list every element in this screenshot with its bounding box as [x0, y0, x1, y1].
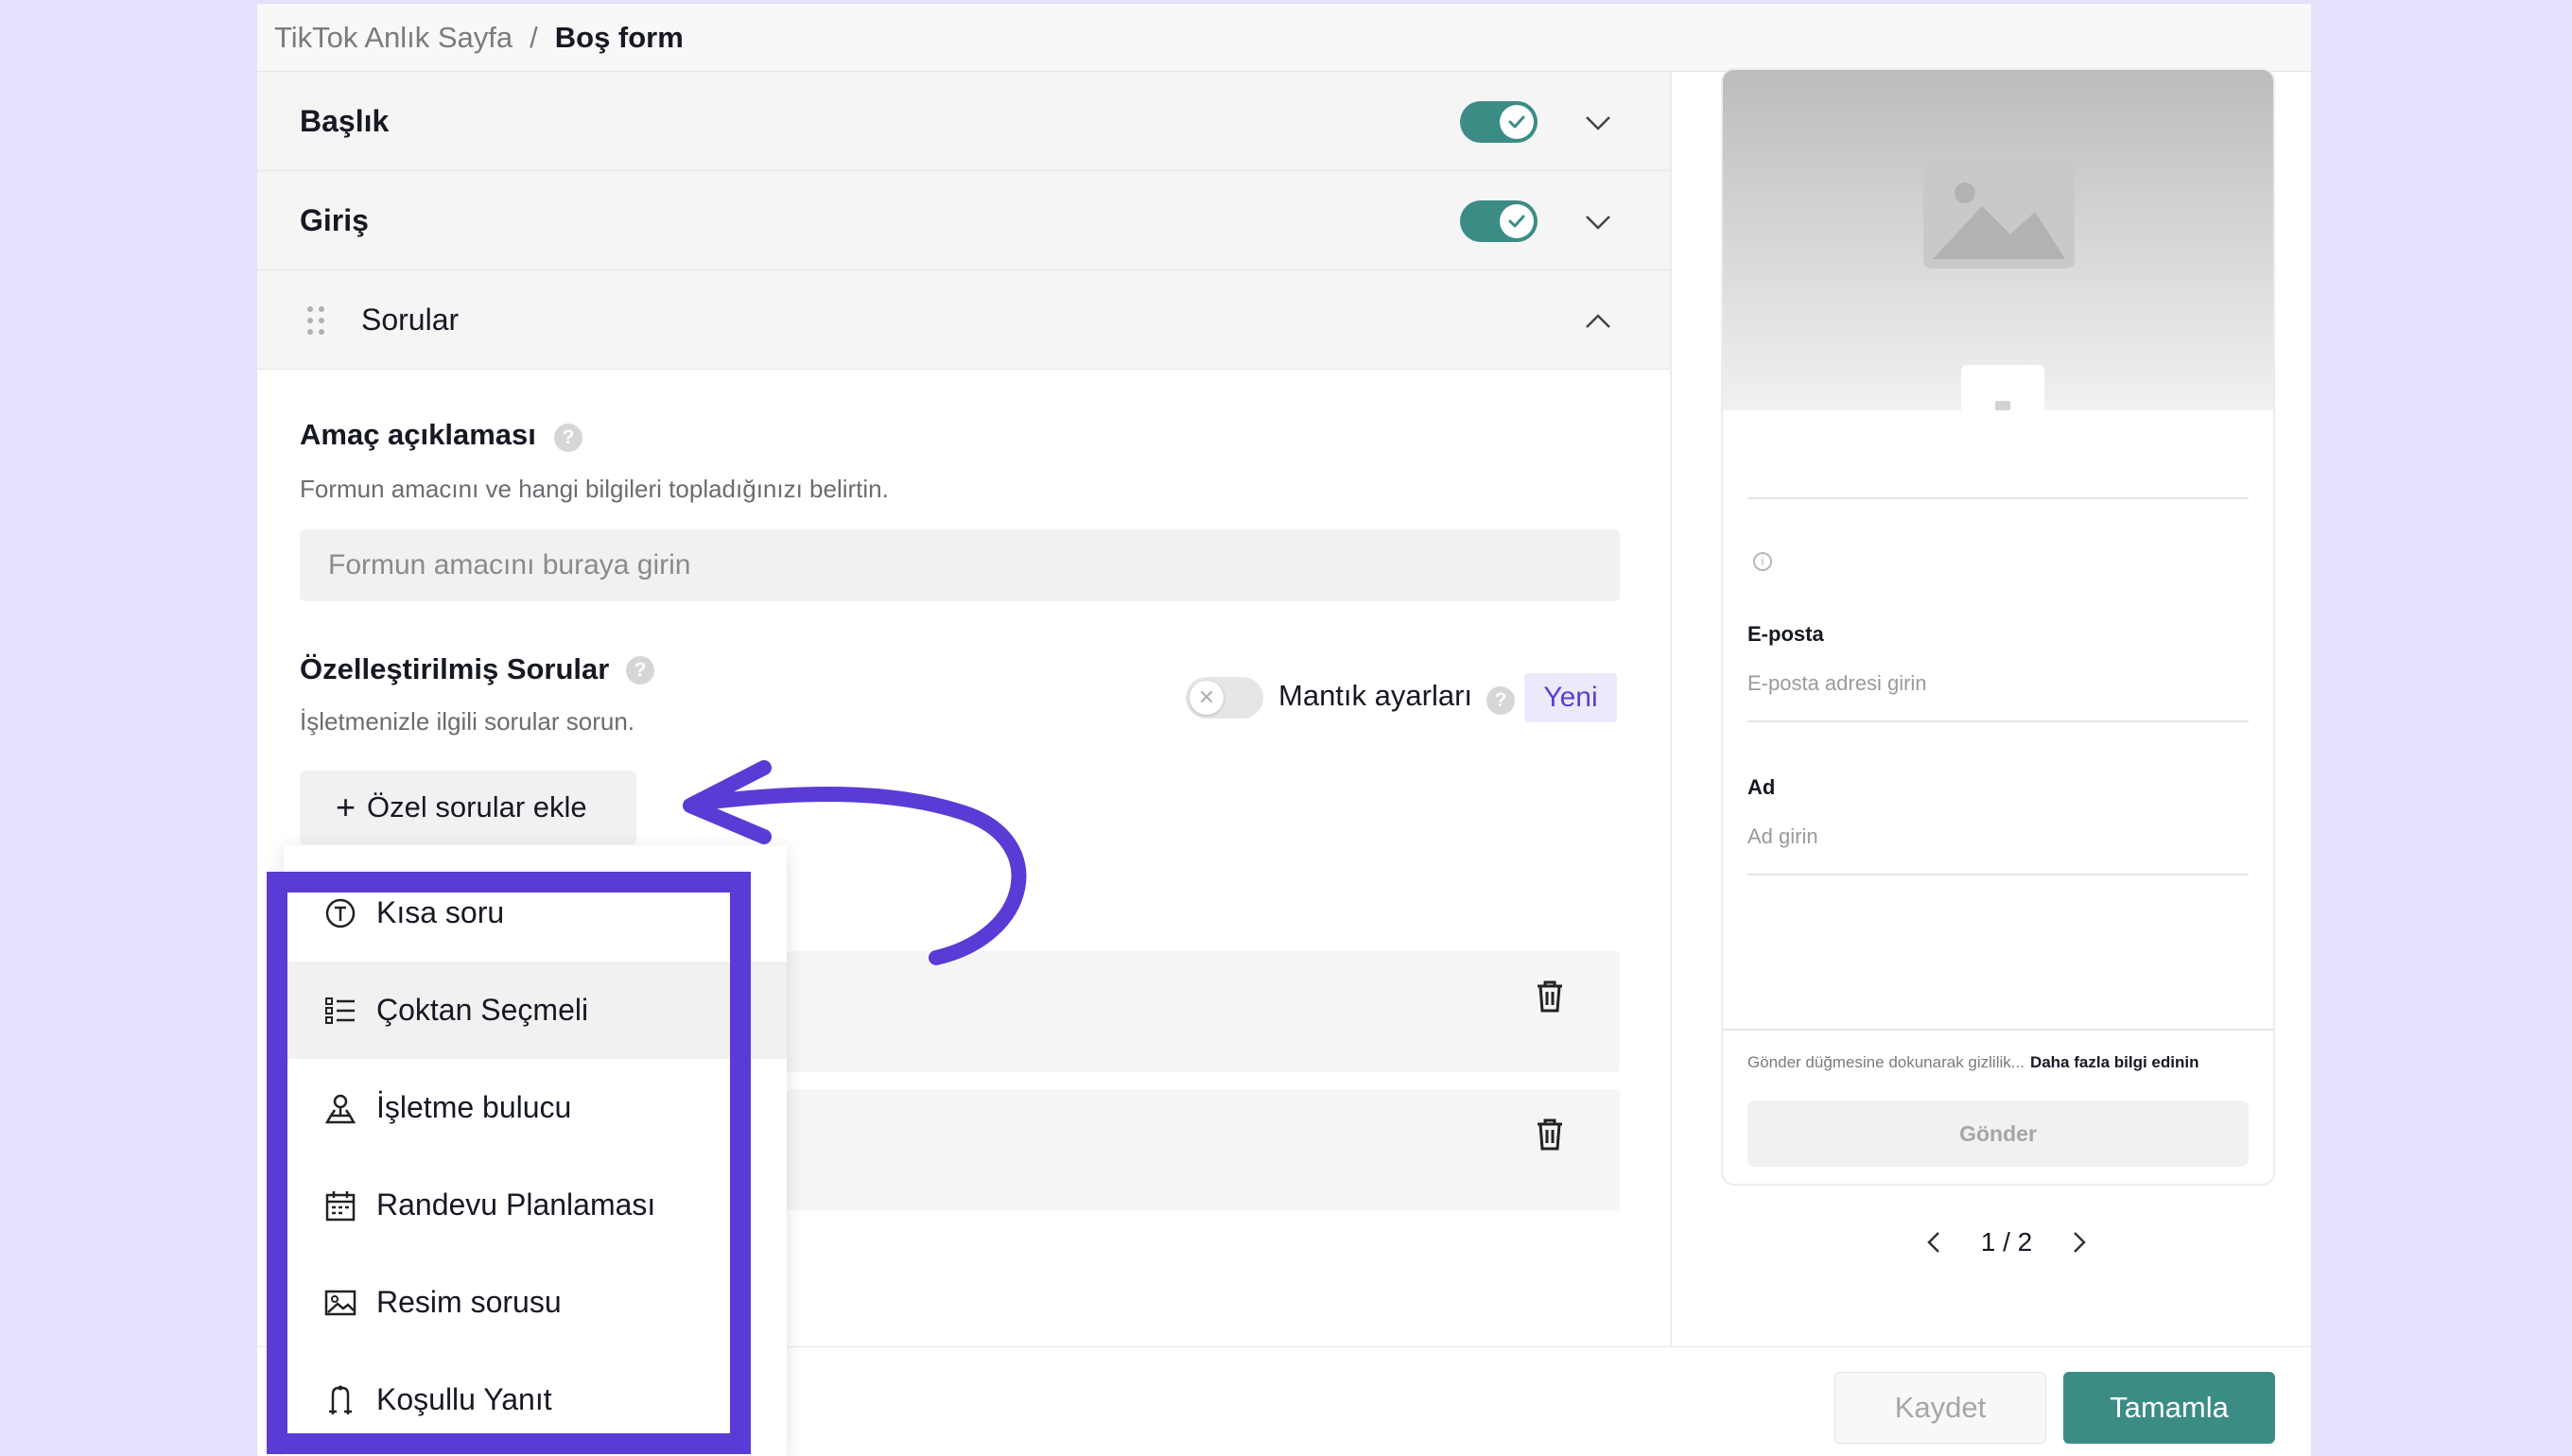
menu-item-label: Resim sorusu [376, 1285, 562, 1319]
question-type-menu: Kısa soru Çoktan Seçmeli İşletme bulucu … [284, 845, 787, 1456]
menu-item-multiple-choice[interactable]: Çoktan Seçmeli [284, 962, 787, 1059]
done-button[interactable]: Tamamla [2063, 1372, 2275, 1444]
page-indicator: 1 / 2 [1980, 1227, 2033, 1257]
breadcrumb-parent[interactable]: TikTok Anlık Sayfa [274, 21, 513, 55]
avatar [1961, 365, 2044, 431]
toggle-knob [1500, 105, 1534, 139]
menu-item-short-question[interactable]: Kısa soru [284, 864, 787, 962]
form-preview: i E-posta E-posta adresi girin Ad Ad gir… [1721, 68, 2275, 1186]
logic-settings-toggle[interactable]: ✕ [1186, 677, 1263, 719]
section-header[interactable]: Başlık [257, 72, 1670, 171]
breadcrumb: TikTok Anlık Sayfa / Boş form [257, 4, 2311, 72]
help-icon[interactable]: ? [626, 656, 654, 685]
menu-item-conditional-answer[interactable]: Koşullu Yanıt [284, 1351, 787, 1448]
menu-item-business-locator[interactable]: İşletme bulucu [284, 1059, 787, 1156]
header-toggle[interactable] [1460, 101, 1538, 143]
menu-item-label: Kısa soru [376, 895, 505, 929]
trash-icon[interactable] [1534, 1118, 1566, 1152]
add-custom-questions-label: Özel sorular ekle [367, 790, 587, 823]
question-card[interactable] [787, 1089, 1620, 1210]
help-icon[interactable]: ? [1486, 686, 1515, 715]
section-questions[interactable]: Sorular [257, 270, 1670, 370]
section-intro[interactable]: Giriş [257, 171, 1670, 270]
name-label: Ad [1747, 775, 1776, 799]
section-intro-title: Giriş [300, 202, 369, 237]
divider [1723, 1029, 2273, 1031]
chevron-right-icon[interactable] [2065, 1229, 2092, 1256]
location-pin-icon [324, 1094, 356, 1123]
help-icon[interactable]: ? [554, 424, 582, 452]
section-header-title: Başlık [300, 103, 390, 138]
question-card[interactable] [787, 951, 1620, 1072]
logic-settings-label: Mantık ayarları [1278, 679, 1473, 712]
menu-item-label: Randevu Planlaması [376, 1187, 656, 1222]
intro-toggle[interactable] [1460, 200, 1538, 242]
learn-more-link[interactable]: Daha fazla bilgi edinin [2030, 1053, 2199, 1071]
custom-questions-title: Özelleştirilmiş Sorular [300, 652, 610, 685]
menu-item-label: Koşullu Yanıt [376, 1382, 552, 1416]
preview-submit-button: Gönder [1747, 1101, 2249, 1167]
drag-handle-icon[interactable] [304, 304, 327, 337]
preview-header-image [1723, 70, 2273, 410]
text-circle-icon [325, 898, 356, 927]
name-placeholder: Ad girin [1747, 824, 1818, 848]
email-underline [1747, 720, 2249, 722]
chevron-down-icon[interactable] [1581, 106, 1615, 140]
breadcrumb-current: Boş form [554, 20, 684, 54]
plus-icon: + [336, 788, 356, 826]
save-button[interactable]: Kaydet [1834, 1372, 2046, 1444]
chevron-up-icon[interactable] [1581, 304, 1615, 338]
purpose-placeholder: Formun amacını buraya girin [328, 549, 691, 581]
menu-item-image-question[interactable]: Resim sorusu [284, 1254, 787, 1351]
new-badge: Yeni [1524, 673, 1617, 722]
toggle-knob [1500, 204, 1534, 238]
purpose-title: Amaç açıklaması [300, 418, 536, 451]
check-icon [1508, 215, 1525, 228]
email-label: E-posta [1747, 622, 1824, 646]
preview-pager: 1 / 2 [1921, 1223, 2092, 1261]
trash-icon[interactable] [1534, 979, 1566, 1014]
add-custom-questions-button[interactable]: + Özel sorular ekle [300, 771, 636, 844]
menu-item-label: İşletme bulucu [376, 1090, 572, 1124]
privacy-note: Gönder düğmesine dokunarak gizlilik... Da… [1747, 1053, 2198, 1072]
name-underline [1747, 874, 2249, 875]
chevron-left-icon[interactable] [1921, 1229, 1948, 1256]
email-placeholder: E-posta adresi girin [1747, 671, 1927, 695]
branch-icon [329, 1385, 352, 1414]
close-icon: ✕ [1190, 681, 1224, 715]
purpose-description: Formun amacını ve hangi bilgileri toplad… [300, 475, 889, 503]
preview-card [1725, 410, 2273, 1053]
menu-item-appointment[interactable]: Randevu Planlaması [284, 1156, 787, 1254]
privacy-note-text: Gönder düğmesine dokunarak gizlilik... [1747, 1053, 2025, 1071]
menu-item-label: Çoktan Seçmeli [376, 993, 589, 1027]
divider [1747, 497, 2249, 499]
list-icon [325, 997, 355, 1024]
info-icon: i [1753, 552, 1772, 571]
panel-divider [1670, 72, 1672, 1348]
purpose-input[interactable]: Formun amacını buraya girin [300, 529, 1620, 601]
image-placeholder-icon [1923, 159, 2075, 269]
calendar-icon [325, 1190, 356, 1221]
custom-questions-description: İşletmenizle ilgili sorular sorun. [300, 707, 635, 736]
breadcrumb-separator: / [530, 20, 538, 54]
chevron-down-icon[interactable] [1581, 205, 1615, 239]
check-icon [1508, 115, 1525, 129]
section-questions-title: Sorular [361, 302, 460, 337]
image-icon [324, 1290, 356, 1315]
